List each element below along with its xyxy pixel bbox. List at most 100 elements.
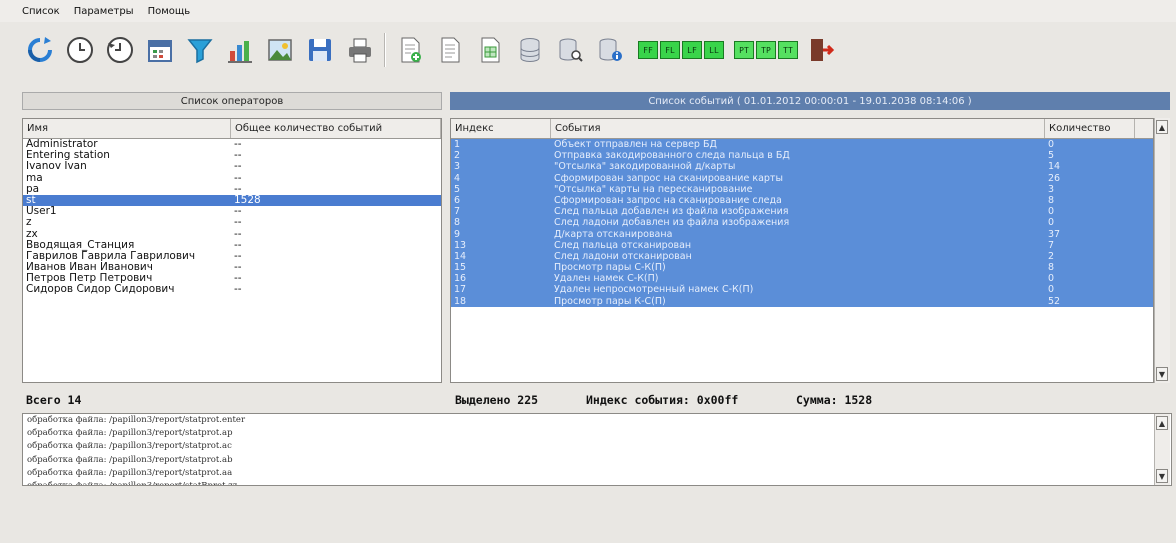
document-icon[interactable] <box>432 32 468 68</box>
operator-row[interactable]: st 1528 <box>23 194 441 207</box>
operator-row[interactable]: User1 -- <box>23 206 441 217</box>
operator-row[interactable]: Entering station -- <box>23 150 441 161</box>
event-name-cell: След ладони отсканирован <box>554 250 692 262</box>
operator-event-count: -- <box>234 273 242 285</box>
chip-lf[interactable]: LF <box>682 41 702 59</box>
operator-event-count: -- <box>234 250 242 262</box>
operator-row[interactable]: Вводящая_Станция -- <box>23 240 441 251</box>
operator-event-count: -- <box>234 217 242 229</box>
operator-row[interactable]: pa -- <box>23 184 441 195</box>
col-name-header[interactable]: Имя <box>23 119 231 138</box>
event-count-cell: 0 <box>1048 217 1055 229</box>
operator-event-count: -- <box>234 228 242 240</box>
chip-ff[interactable]: FF <box>638 41 658 59</box>
event-count-cell: 8 <box>1048 262 1055 274</box>
document-table-icon[interactable] <box>472 32 508 68</box>
event-name-cell: Сформирован запрос на сканирование следа <box>554 194 782 206</box>
event-row[interactable]: 9 Д/карта отсканирована 37 <box>451 228 1153 240</box>
log-line: обработка файла: /papillon3/report/statp… <box>27 467 233 478</box>
event-row[interactable]: 3 "Отсылка" закодированной д/карты 14 <box>451 161 1153 173</box>
event-count-cell: 5 <box>1048 150 1055 162</box>
event-row[interactable]: 6 Сформирован запрос на сканирование след… <box>451 194 1153 207</box>
col-count-header[interactable]: Количество <box>1045 119 1135 138</box>
event-count-cell: 37 <box>1048 228 1061 240</box>
col-index-header[interactable]: Индекс <box>451 119 551 138</box>
events-scrollbar[interactable]: ▲ ▼ <box>1154 118 1170 383</box>
save-icon[interactable] <box>302 32 338 68</box>
operators-table[interactable]: Имя Общее количество событий Administrat… <box>22 118 442 383</box>
clock-icon[interactable] <box>62 32 98 68</box>
operator-row[interactable]: Сидоров Сидор Сидорович -- <box>23 284 441 295</box>
menu-parameters[interactable]: Параметры <box>74 6 134 17</box>
log-panel[interactable]: обработка файла: /papillon3/report/statp… <box>22 413 1172 486</box>
database-info-icon[interactable] <box>592 32 628 68</box>
event-count-cell: 14 <box>1048 161 1061 173</box>
operator-row[interactable]: Ivanov Ivan -- <box>23 161 441 172</box>
chart-icon[interactable] <box>222 32 258 68</box>
event-index-cell: 2 <box>454 150 461 162</box>
operator-row[interactable]: zx -- <box>23 229 441 240</box>
operator-name: Entering station <box>26 150 110 162</box>
scroll-down-icon[interactable]: ▼ <box>1156 469 1168 483</box>
menu-list[interactable]: Список <box>22 6 60 17</box>
operator-row[interactable]: z -- <box>23 217 441 228</box>
calendar-icon[interactable] <box>142 32 178 68</box>
operator-name: Петров Петр Петрович <box>26 273 153 285</box>
event-count-cell: 3 <box>1048 183 1055 195</box>
event-row[interactable]: 1 Объект отправлен на сервер БД 0 <box>451 139 1153 151</box>
log-scrollbar[interactable]: ▲ ▼ <box>1154 414 1170 485</box>
operator-row[interactable]: Administrator -- <box>23 139 441 150</box>
event-row[interactable]: 2 Отправка закодированного следа пальца в… <box>451 150 1153 162</box>
chip-fl[interactable]: FL <box>660 41 680 59</box>
operator-name: z <box>26 217 32 229</box>
chip-tt[interactable]: TT <box>778 41 798 59</box>
menu-help[interactable]: Помощь <box>148 6 191 17</box>
image-icon[interactable] <box>262 32 298 68</box>
clock-back-icon[interactable] <box>102 32 138 68</box>
event-row[interactable]: 4 Сформирован запрос на сканирование карт… <box>451 172 1153 184</box>
chip-ll[interactable]: LL <box>704 41 724 59</box>
event-row[interactable]: 15 Просмотр пары С-К(П) 8 <box>451 262 1153 274</box>
database-search-icon[interactable] <box>552 32 588 68</box>
log-line: обработка файла: /papillon3/report/statB… <box>27 480 238 486</box>
operator-event-count: -- <box>234 183 242 195</box>
refresh-icon[interactable] <box>22 32 58 68</box>
operator-row[interactable]: Гаврилов Гаврила Гаврилович -- <box>23 251 441 262</box>
chip-pt[interactable]: PT <box>734 41 754 59</box>
toolbar-separator <box>384 33 386 67</box>
events-table[interactable]: Индекс События Количество 1 Объект отправ… <box>450 118 1154 383</box>
event-row[interactable]: 8 След ладони добавлен из файла изображен… <box>451 217 1153 229</box>
event-name-cell: "Отсылка" карты на пересканирование <box>554 183 753 195</box>
event-index-cell: 5 <box>454 183 461 195</box>
chip-tp[interactable]: TP <box>756 41 776 59</box>
operator-row[interactable]: Петров Петр Петрович -- <box>23 273 441 284</box>
operator-name: User1 <box>26 206 57 218</box>
database-icon[interactable] <box>512 32 548 68</box>
operator-event-count: -- <box>234 161 242 173</box>
operator-event-count: -- <box>234 262 242 274</box>
scroll-up-icon[interactable]: ▲ <box>1156 120 1168 134</box>
event-row[interactable]: 17 Удален непросмотренный намек С-К(П) 0 <box>451 284 1153 296</box>
event-row[interactable]: 14 След ладони отсканирован 2 <box>451 250 1153 263</box>
event-row[interactable]: 18 Просмотр пары К-С(П) 52 <box>451 295 1153 307</box>
event-row[interactable]: 16 Удален намек С-К(П) 0 <box>451 273 1153 285</box>
operator-row[interactable]: ma -- <box>23 173 441 184</box>
operator-event-count: 1528 <box>234 194 261 206</box>
event-row[interactable]: 7 След пальца добавлен из файла изображен… <box>451 206 1153 218</box>
operator-row[interactable]: Иванов Иван Иванович -- <box>23 262 441 273</box>
scroll-up-icon[interactable]: ▲ <box>1156 416 1168 430</box>
operator-event-count: -- <box>234 150 242 162</box>
col-total-events-header[interactable]: Общее количество событий <box>231 119 441 138</box>
export-doc-icon[interactable] <box>392 32 428 68</box>
event-row[interactable]: 5 "Отсылка" карты на пересканирование 3 <box>451 183 1153 195</box>
col-events-header[interactable]: События <box>551 119 1045 138</box>
scroll-down-icon[interactable]: ▼ <box>1156 367 1168 381</box>
operators-table-header: Имя Общее количество событий <box>23 119 441 139</box>
event-index-cell: 15 <box>454 262 467 274</box>
filter-icon[interactable] <box>182 32 218 68</box>
exit-door-icon[interactable] <box>802 32 838 68</box>
print-icon[interactable] <box>342 32 378 68</box>
chip-group-b: PT TP TT <box>734 41 798 59</box>
operators-header: Список операторов <box>22 92 442 110</box>
event-row[interactable]: 13 След пальца отсканирован 7 <box>451 239 1153 251</box>
